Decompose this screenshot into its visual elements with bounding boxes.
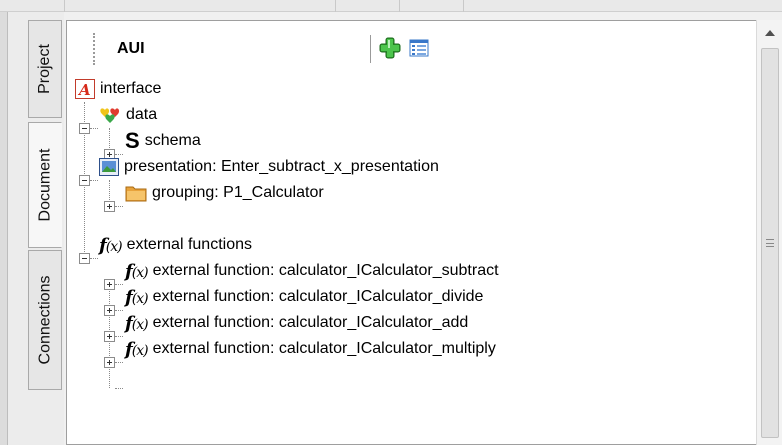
tab-document[interactable]: Document	[28, 122, 62, 248]
toolbar-separator	[370, 35, 371, 63]
fx-args: (x)	[131, 316, 149, 333]
tree-line	[90, 180, 98, 181]
thumb-grip-icon	[766, 239, 774, 247]
collapse-toggle[interactable]	[79, 253, 90, 264]
tree-line	[115, 362, 123, 363]
panel-header: AUI	[79, 31, 749, 69]
fx-glyph: f	[125, 338, 133, 360]
svg-text:A: A	[77, 81, 91, 99]
tree-node-function[interactable]: f(x) external function: calculator_ICalc…	[125, 284, 483, 310]
add-plus-icon	[379, 37, 401, 59]
strip-divider	[400, 0, 464, 12]
tree-line	[115, 336, 123, 337]
tree-line	[115, 206, 123, 207]
tab-connections[interactable]: Connections	[28, 250, 62, 390]
tree-node-presentation[interactable]: presentation: Enter_subtract_x_presentat…	[99, 154, 439, 180]
tree-node-grouping[interactable]: grouping: P1_Calculator	[125, 180, 324, 206]
tab-connections-label: Connections	[36, 275, 54, 365]
tree-label: external function: calculator_ICalculato…	[152, 340, 496, 357]
schema-icon: S	[125, 128, 140, 153]
fx-glyph: f	[125, 312, 133, 334]
data-hearts-icon	[100, 108, 120, 123]
tree-node-function[interactable]: f(x) external function: calculator_ICalc…	[125, 336, 496, 362]
tree-node-schema[interactable]: S schema	[125, 128, 201, 154]
side-edge	[0, 12, 8, 445]
strip-divider	[64, 0, 65, 12]
tree-label: data	[126, 106, 158, 123]
folder-icon	[125, 186, 147, 202]
tree-node-function[interactable]: f(x) external function: calculator_ICalc…	[125, 258, 499, 284]
fx-args: (x)	[105, 238, 123, 255]
tab-project-label: Project	[36, 44, 54, 94]
tree-node-function[interactable]: f(x) external function: calculator_ICalc…	[125, 310, 468, 336]
document-tree: A interface data S schema presentation: …	[67, 76, 757, 436]
tree-label: external function: calculator_ICalculato…	[152, 288, 484, 305]
tree-line	[115, 388, 123, 389]
tab-document-label: Document	[36, 148, 54, 222]
fx-glyph: f	[99, 234, 107, 256]
tree-node-external-functions[interactable]: f(x) external functions	[99, 232, 252, 258]
scroll-up-button[interactable]	[761, 24, 779, 42]
tree-node-interface[interactable]: A interface	[75, 76, 161, 102]
tree-line	[115, 284, 123, 285]
toolbar-grip[interactable]	[93, 33, 96, 65]
aui-logo-icon: A	[75, 79, 95, 99]
fx-args: (x)	[131, 342, 149, 359]
tree-line	[90, 128, 98, 129]
expand-toggle[interactable]	[104, 305, 115, 316]
fx-args: (x)	[131, 290, 149, 307]
tree-node-data[interactable]: data	[99, 102, 157, 128]
tree-label: interface	[100, 80, 162, 97]
tree-label: schema	[144, 132, 201, 149]
collapse-toggle[interactable]	[79, 123, 90, 134]
expand-toggle[interactable]	[104, 201, 115, 212]
tree-label: external function: calculator_ICalculato…	[152, 314, 469, 331]
strip-divider	[336, 0, 400, 12]
function-icon: f(x)	[125, 260, 149, 282]
expand-toggle[interactable]	[104, 357, 115, 368]
function-icon: f(x)	[99, 234, 123, 256]
fx-glyph: f	[125, 260, 133, 282]
side-tab-bar: Project Document Connections	[0, 12, 64, 445]
fx-glyph: f	[125, 286, 133, 308]
expand-toggle[interactable]	[104, 279, 115, 290]
tree-label: grouping: P1_Calculator	[152, 184, 324, 201]
aui-panel: AUI A interface data S schema presentati…	[66, 20, 756, 445]
tab-project[interactable]: Project	[28, 20, 62, 118]
collapse-toggle[interactable]	[79, 175, 90, 186]
top-strip	[0, 0, 782, 12]
function-icon: f(x)	[125, 338, 149, 360]
list-icon	[409, 39, 429, 57]
function-icon: f(x)	[125, 286, 149, 308]
tree-label: external functions	[126, 236, 252, 253]
vertical-scrollbar[interactable]	[756, 20, 782, 445]
tree-label: presentation: Enter_subtract_x_presentat…	[124, 158, 439, 175]
list-view-button[interactable]	[409, 38, 429, 58]
tree-label: external function: calculator_ICalculato…	[152, 262, 499, 279]
tree-line	[115, 310, 123, 311]
scroll-thumb[interactable]	[761, 48, 779, 438]
expand-toggle[interactable]	[104, 331, 115, 342]
presentation-icon	[99, 158, 119, 176]
strip-divider	[270, 0, 336, 12]
panel-title: AUI	[117, 40, 145, 57]
fx-args: (x)	[131, 264, 149, 281]
add-button[interactable]	[379, 37, 401, 59]
function-icon: f(x)	[125, 312, 149, 334]
tree-line	[90, 258, 98, 259]
